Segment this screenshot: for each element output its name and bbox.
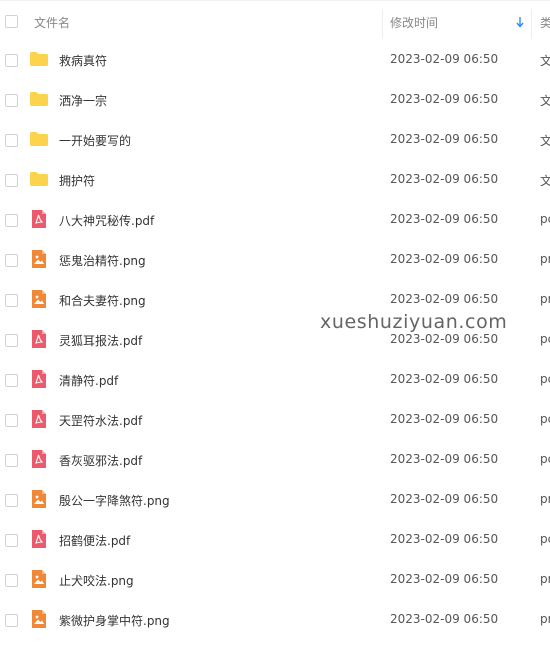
modified-time: 2023-02-09 06:50 (390, 332, 499, 346)
file-row[interactable]: 一开始要写的 2023-02-09 06:50 文 (0, 120, 550, 160)
row-checkbox[interactable] (5, 294, 18, 307)
row-checkbox[interactable] (5, 334, 18, 347)
file-type: 文 (540, 174, 550, 188)
modified-time: 2023-02-09 06:50 (390, 612, 499, 626)
file-row[interactable]: 救病真符 2023-02-09 06:50 文 (0, 40, 550, 80)
column-divider[interactable] (531, 9, 532, 39)
row-checkbox[interactable] (5, 494, 18, 507)
file-name[interactable]: 招鹤便法.pdf (59, 532, 130, 549)
file-row[interactable]: 招鹤便法.pdf 2023-02-09 06:50 pc (0, 520, 550, 560)
row-checkbox[interactable] (5, 134, 18, 147)
file-row[interactable]: 香灰驱邪法.pdf 2023-02-09 06:50 pc (0, 440, 550, 480)
modified-time: 2023-02-09 06:50 (390, 492, 499, 506)
image-icon (29, 569, 49, 589)
file-row[interactable]: 天罡符水法.pdf 2023-02-09 06:50 pc (0, 400, 550, 440)
file-name[interactable]: 一开始要写的 (59, 132, 131, 149)
pdf-icon (29, 529, 49, 549)
folder-icon (29, 89, 49, 109)
file-type: pc (540, 372, 550, 386)
modified-time: 2023-02-09 06:50 (390, 532, 499, 546)
column-header-name[interactable]: 文件名 (34, 14, 70, 31)
file-type: pc (540, 332, 550, 346)
folder-icon (29, 49, 49, 69)
file-row[interactable]: 止犬咬法.png 2023-02-09 06:50 pr (0, 560, 550, 600)
file-name[interactable]: 拥护符 (59, 172, 95, 189)
file-row[interactable]: 拥护符 2023-02-09 06:50 文 (0, 160, 550, 200)
image-icon (29, 489, 49, 509)
modified-time: 2023-02-09 06:50 (390, 372, 499, 386)
row-checkbox[interactable] (5, 174, 18, 187)
modified-time: 2023-02-09 06:50 (390, 412, 499, 426)
file-type: pc (540, 212, 550, 226)
pdf-icon (29, 209, 49, 229)
file-row[interactable]: 清静符.pdf 2023-02-09 06:50 pc (0, 360, 550, 400)
file-name[interactable]: 洒净一宗 (59, 92, 107, 109)
file-type: pr (540, 492, 550, 506)
list-header: 文件名 修改时间 类 (0, 0, 550, 40)
row-checkbox[interactable] (5, 374, 18, 387)
file-type: pc (540, 412, 550, 426)
folder-icon (29, 129, 49, 149)
select-all-checkbox[interactable] (5, 15, 18, 28)
pdf-icon (29, 329, 49, 349)
row-checkbox[interactable] (5, 54, 18, 67)
file-name[interactable]: 八大神咒秘传.pdf (59, 212, 154, 229)
pdf-icon (29, 369, 49, 389)
folder-icon (29, 169, 49, 189)
file-name[interactable]: 天罡符水法.pdf (59, 412, 142, 429)
row-checkbox[interactable] (5, 414, 18, 427)
file-name[interactable]: 清静符.pdf (59, 372, 118, 389)
file-row[interactable]: 洒净一宗 2023-02-09 06:50 文 (0, 80, 550, 120)
row-checkbox[interactable] (5, 454, 18, 467)
row-checkbox[interactable] (5, 534, 18, 547)
file-name[interactable]: 惩鬼治精符.png (59, 252, 146, 269)
file-list: 文件名 修改时间 类 救病真符 2023-02-09 06:50 文洒净一宗 2023… (0, 0, 550, 659)
file-row[interactable]: 殷公一字降煞符.png 2023-02-09 06:50 pr (0, 480, 550, 520)
modified-time: 2023-02-09 06:50 (390, 52, 499, 66)
file-name[interactable]: 灵狐耳报法.pdf (59, 332, 142, 349)
file-type: pc (540, 532, 550, 546)
modified-time: 2023-02-09 06:50 (390, 172, 499, 186)
file-row[interactable]: 紫微护身掌中符.png 2023-02-09 06:50 pr (0, 600, 550, 640)
file-type: pr (540, 252, 550, 266)
watermark-text: xueshuziyuan.com (320, 311, 508, 333)
file-name[interactable]: 紫微护身掌中符.png (59, 612, 170, 629)
file-row[interactable]: 惩鬼治精符.png 2023-02-09 06:50 pr (0, 240, 550, 280)
file-rows: 救病真符 2023-02-09 06:50 文洒净一宗 2023-02-09 06:5… (0, 40, 550, 640)
modified-time: 2023-02-09 06:50 (390, 292, 499, 306)
file-name[interactable]: 殷公一字降煞符.png (59, 492, 170, 509)
column-header-modified-time[interactable]: 修改时间 (390, 14, 438, 31)
file-name[interactable]: 止犬咬法.png (59, 572, 134, 589)
pdf-icon (29, 409, 49, 429)
file-type: pr (540, 292, 550, 306)
modified-time: 2023-02-09 06:50 (390, 252, 499, 266)
modified-time: 2023-02-09 06:50 (390, 92, 499, 106)
file-type: 文 (540, 54, 550, 68)
image-icon (29, 609, 49, 629)
modified-time: 2023-02-09 06:50 (390, 452, 499, 466)
column-header-type[interactable]: 类 (540, 14, 550, 31)
file-name[interactable]: 和合夫妻符.png (59, 292, 146, 309)
column-divider[interactable] (382, 9, 383, 39)
sort-down-arrow-icon[interactable] (515, 16, 525, 28)
modified-time: 2023-02-09 06:50 (390, 572, 499, 586)
pdf-icon (29, 449, 49, 469)
row-checkbox[interactable] (5, 614, 18, 627)
modified-time: 2023-02-09 06:50 (390, 132, 499, 146)
file-name[interactable]: 香灰驱邪法.pdf (59, 452, 142, 469)
file-type: pr (540, 612, 550, 626)
file-row[interactable]: 八大神咒秘传.pdf 2023-02-09 06:50 pc (0, 200, 550, 240)
file-name[interactable]: 救病真符 (59, 52, 107, 69)
file-type: 文 (540, 94, 550, 108)
row-checkbox[interactable] (5, 94, 18, 107)
row-checkbox[interactable] (5, 214, 18, 227)
file-type: pc (540, 452, 550, 466)
file-type: pr (540, 572, 550, 586)
image-icon (29, 249, 49, 269)
file-type: 文 (540, 134, 550, 148)
row-checkbox[interactable] (5, 254, 18, 267)
image-icon (29, 289, 49, 309)
row-checkbox[interactable] (5, 574, 18, 587)
modified-time: 2023-02-09 06:50 (390, 212, 499, 226)
